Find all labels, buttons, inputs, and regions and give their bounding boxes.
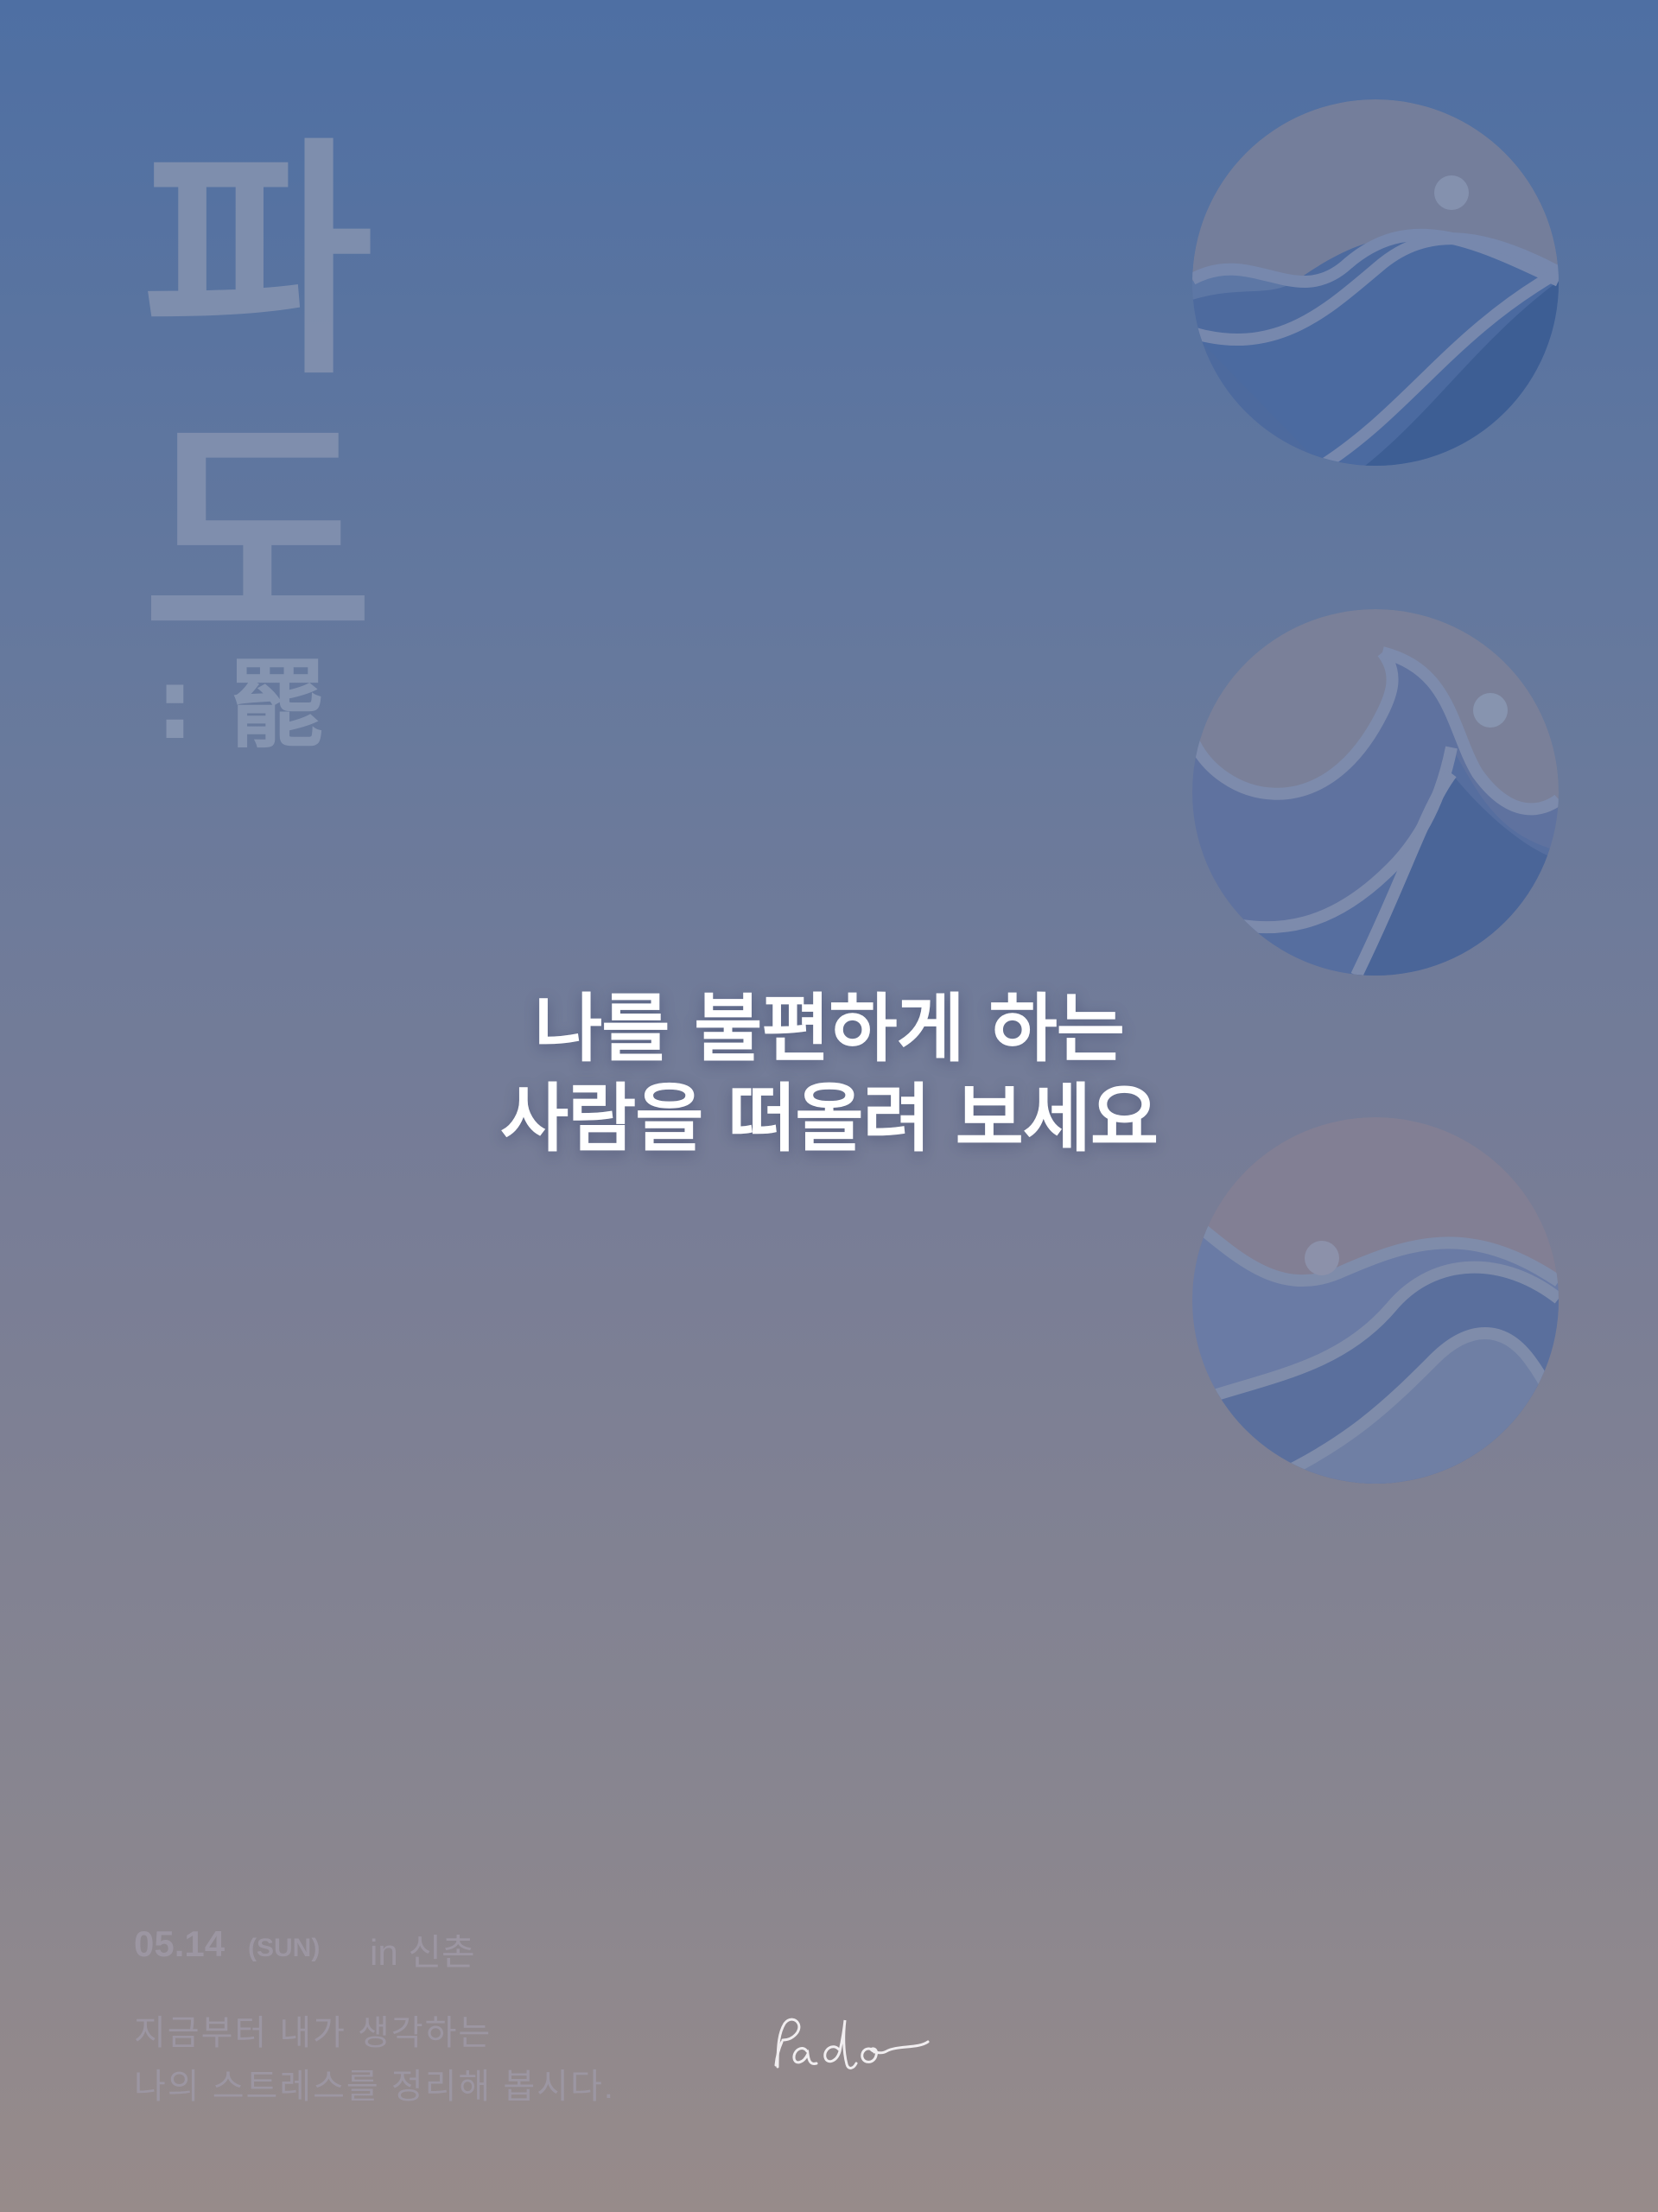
message-line-1: 나를 불편하게 하는: [534, 986, 1125, 1072]
wave-circle-icon: [1192, 1117, 1559, 1484]
event-place: in 신촌: [370, 1932, 475, 1973]
pado-signature-logo: [774, 2018, 930, 2069]
description-line-1: 지금부터 내가 생각하는: [134, 2014, 492, 2052]
description-line-2: 나의 스트레스를 정리해 봅시다.: [134, 2068, 615, 2106]
subtitle: :罷: [156, 649, 360, 761]
title-character-pa: 파: [143, 118, 373, 409]
poster: 파 도 :罷 나를 불편하게 하는 사람을 떠올려 보세요 05.14 (SUN…: [0, 0, 1658, 2212]
wave-circle-icon: [1192, 609, 1559, 976]
event-day: (SUN): [248, 1934, 321, 1962]
event-date-text: 05.14: [134, 1923, 226, 1964]
title-character-do: 도: [143, 394, 373, 685]
wave-circle-icon: [1192, 99, 1559, 466]
message-line-2: 사람을 떠올려 보세요: [500, 1076, 1159, 1162]
event-date: 05.14 (SUN): [134, 1923, 320, 1965]
